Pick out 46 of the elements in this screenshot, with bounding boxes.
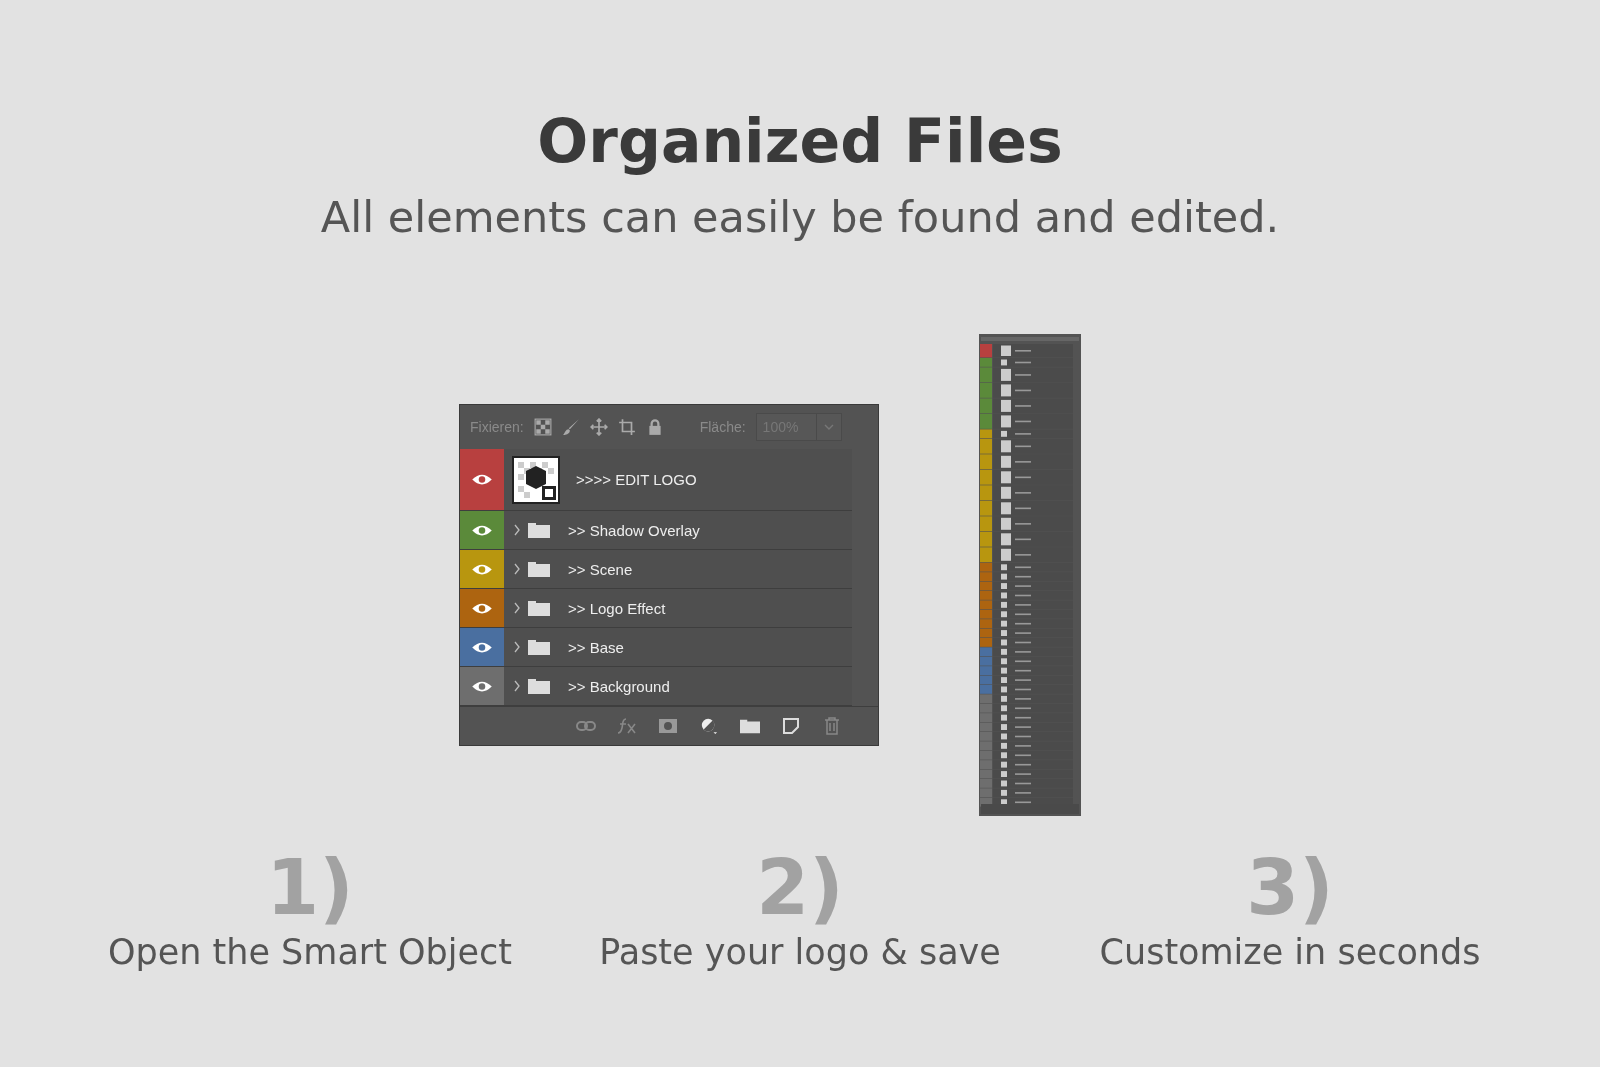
layer-row[interactable]: >> Scene bbox=[460, 550, 852, 589]
checker-icon[interactable] bbox=[533, 418, 552, 436]
chevron-icon[interactable] bbox=[514, 680, 520, 692]
chevron-icon[interactable] bbox=[514, 641, 520, 653]
eye-icon[interactable] bbox=[471, 523, 493, 537]
smart-object-thumbnail bbox=[512, 455, 560, 504]
step-label: Customize in seconds bbox=[1099, 931, 1481, 972]
layer-name: >> Logo Effect bbox=[568, 599, 666, 617]
heading: Organized Files bbox=[537, 108, 1063, 174]
fx-icon[interactable] bbox=[617, 717, 637, 735]
chevron-icon[interactable] bbox=[514, 602, 520, 614]
step-label: Open the Smart Object bbox=[107, 931, 513, 972]
eye-icon[interactable] bbox=[471, 473, 493, 486]
step-number: 1) bbox=[266, 846, 354, 930]
crop-icon[interactable] bbox=[617, 418, 636, 436]
folder-icon bbox=[528, 522, 550, 538]
eye-icon[interactable] bbox=[471, 562, 493, 576]
layer-row[interactable]: >> Logo Effect bbox=[460, 589, 852, 628]
layer-row[interactable]: >>>> EDIT LOGO bbox=[460, 449, 852, 511]
new-layer-icon[interactable] bbox=[781, 717, 801, 735]
layer-row[interactable]: >> Base bbox=[460, 628, 852, 667]
eye-icon[interactable] bbox=[471, 601, 493, 615]
folder-icon bbox=[528, 561, 550, 577]
eye-icon[interactable] bbox=[471, 679, 493, 693]
adjustment-icon[interactable] bbox=[699, 717, 719, 735]
layer-name: >> Shadow Overlay bbox=[568, 521, 700, 539]
step-number: 3) bbox=[1246, 846, 1334, 930]
step-label: Paste your logo & save bbox=[599, 931, 1001, 972]
folder-icon bbox=[528, 678, 550, 694]
folder-icon[interactable] bbox=[740, 717, 760, 735]
layer-name: >> Base bbox=[568, 638, 624, 656]
subheading: All elements can easily be found and edited. bbox=[320, 192, 1280, 242]
layer-name: >>>> EDIT LOGO bbox=[576, 471, 697, 488]
chevron-icon[interactable] bbox=[514, 524, 520, 536]
layer-name: >> Scene bbox=[568, 560, 633, 578]
brush-icon[interactable] bbox=[561, 418, 580, 436]
folder-icon bbox=[528, 600, 550, 616]
folder-icon bbox=[528, 639, 550, 655]
eye-icon[interactable] bbox=[471, 640, 493, 654]
layer-name: >> Background bbox=[568, 677, 670, 695]
chevron-icon[interactable] bbox=[514, 563, 520, 575]
mask-icon[interactable] bbox=[658, 717, 678, 735]
move-icon[interactable] bbox=[589, 418, 608, 436]
step-number: 2) bbox=[756, 846, 844, 930]
layer-row[interactable]: >> Background bbox=[460, 667, 852, 706]
layer-row[interactable]: >> Shadow Overlay bbox=[460, 511, 852, 550]
